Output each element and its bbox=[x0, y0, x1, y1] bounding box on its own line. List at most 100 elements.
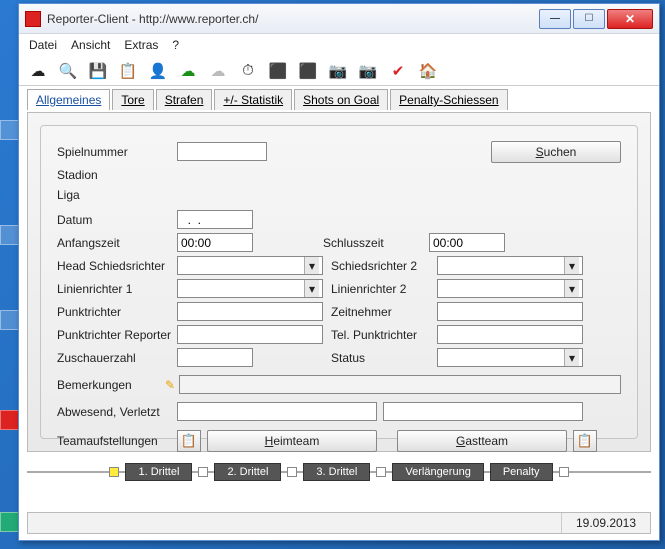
maximize-button[interactable] bbox=[573, 9, 605, 29]
tab-penaltyschiessen[interactable]: Penalty-Schiessen bbox=[390, 89, 507, 110]
calendar2-button[interactable]: 📋 bbox=[573, 430, 597, 452]
label-liga: Liga bbox=[57, 188, 177, 202]
tab-tore-label: Tore bbox=[121, 93, 144, 107]
label-lr1: Linienrichter 1 bbox=[57, 282, 177, 296]
toolbar: ☁ 🔍 💾 📋 👤 ☁ ☁ ⏱ ⬛ ⬛ 📷 📷 ✔ 🏠 bbox=[19, 56, 659, 86]
stats2-icon[interactable]: ⬛ bbox=[299, 62, 317, 80]
home-icon[interactable]: 🏠 bbox=[419, 62, 437, 80]
label-abwesend: Abwesend, Verletzt bbox=[57, 405, 177, 419]
tab-penalty-label: Penalty-Schiessen bbox=[399, 93, 498, 107]
tab-shotsongoal[interactable]: Shots on Goal bbox=[294, 89, 388, 110]
form-panel: Spielnummer Suchen Stadion Liga Datum An… bbox=[40, 125, 638, 439]
tab-shotsongoal-label: Shots on Goal bbox=[303, 93, 379, 107]
menu-datei[interactable]: Datei bbox=[29, 38, 57, 52]
input-punktrichter[interactable] bbox=[177, 302, 323, 321]
label-anfangszeit: Anfangszeit bbox=[57, 236, 177, 250]
titlebar: Reporter-Client - http://www.reporter.ch… bbox=[19, 4, 659, 34]
period-3-button[interactable]: 3. Drittel bbox=[303, 463, 370, 481]
label-lr2: Linienrichter 2 bbox=[331, 282, 437, 296]
close-button[interactable] bbox=[607, 9, 653, 29]
tab-statistik-label: +/- Statistik bbox=[223, 93, 283, 107]
input-datum[interactable] bbox=[177, 210, 253, 229]
tab-strafen-label: Strafen bbox=[165, 93, 204, 107]
input-abwesend-heim[interactable] bbox=[177, 402, 377, 421]
button-suchen[interactable]: Suchen bbox=[491, 141, 621, 163]
label-datum: Datum bbox=[57, 213, 177, 227]
label-status: Status bbox=[331, 351, 437, 365]
combo-lr1[interactable]: ▾ bbox=[177, 279, 323, 298]
label-punktrichter: Punktrichter bbox=[57, 305, 177, 319]
period-penalty-button[interactable]: Penalty bbox=[490, 463, 553, 481]
desktop-icon bbox=[0, 410, 20, 430]
input-punktrichter-rep[interactable] bbox=[177, 325, 323, 344]
check-icon[interactable]: ✔ bbox=[389, 62, 407, 80]
camera1-icon: 📷 bbox=[329, 62, 347, 80]
period-dot-end[interactable] bbox=[559, 467, 569, 477]
combo-lr2[interactable]: ▾ bbox=[437, 279, 583, 298]
desktop-icon bbox=[0, 512, 20, 532]
app-icon bbox=[25, 11, 41, 27]
period-dot[interactable] bbox=[198, 467, 208, 477]
label-stadion: Stadion bbox=[57, 168, 177, 182]
desktop-icon bbox=[0, 310, 20, 330]
minimize-button[interactable] bbox=[539, 9, 571, 29]
label-zeitnehmer: Zeitnehmer bbox=[331, 305, 437, 319]
search-icon[interactable]: 🔍 bbox=[59, 62, 77, 80]
tab-strafen[interactable]: Strafen bbox=[156, 89, 213, 110]
statusbar: 19.09.2013 bbox=[27, 512, 651, 534]
stopwatch-icon[interactable]: ⏱ bbox=[239, 62, 257, 80]
input-zeitnehmer[interactable] bbox=[437, 302, 583, 321]
menubar: Datei Ansicht Extras ? bbox=[19, 34, 659, 56]
label-sr2: Schiedsrichter 2 bbox=[331, 259, 437, 273]
period-ot-button[interactable]: Verlängerung bbox=[392, 463, 483, 481]
period-dot[interactable] bbox=[376, 467, 386, 477]
combo-status[interactable]: ▾ bbox=[437, 348, 583, 367]
camera2-icon: 📷 bbox=[359, 62, 377, 80]
input-spielnummer[interactable] bbox=[177, 142, 267, 161]
calendar1-button[interactable]: 📋 bbox=[177, 430, 201, 452]
label-spielnummer: Spielnummer bbox=[57, 145, 177, 159]
edit-icon[interactable]: ✎ bbox=[165, 378, 175, 392]
clipboard-icon[interactable]: 📋 bbox=[119, 62, 137, 80]
save-icon[interactable]: 💾 bbox=[89, 62, 107, 80]
tab-tore[interactable]: Tore bbox=[112, 89, 153, 110]
combo-sr2[interactable]: ▾ bbox=[437, 256, 583, 275]
button-heimteam[interactable]: Heimteam bbox=[207, 430, 377, 452]
add-person-icon[interactable]: 👤 bbox=[149, 62, 167, 80]
label-schlusszeit: Schlusszeit bbox=[323, 236, 429, 250]
cloud-disabled-icon: ☁ bbox=[209, 62, 227, 80]
tab-allgemeines[interactable]: Allgemeines bbox=[27, 89, 110, 110]
period-2-button[interactable]: 2. Drittel bbox=[214, 463, 281, 481]
cloud-download-icon[interactable]: ☁ bbox=[29, 62, 47, 80]
menu-extras[interactable]: Extras bbox=[124, 38, 158, 52]
input-zuschauer[interactable] bbox=[177, 348, 253, 367]
app-window: Reporter-Client - http://www.reporter.ch… bbox=[18, 3, 660, 541]
period-1-button[interactable]: 1. Drittel bbox=[125, 463, 192, 481]
combo-head-sr[interactable]: ▾ bbox=[177, 256, 323, 275]
input-abwesend-gast[interactable] bbox=[383, 402, 583, 421]
menu-help[interactable]: ? bbox=[172, 38, 179, 52]
stats1-icon[interactable]: ⬛ bbox=[269, 62, 287, 80]
status-cell bbox=[28, 513, 562, 533]
label-tel-punktrichter: Tel. Punktrichter bbox=[331, 328, 437, 342]
label-teamaufstellungen: Teamaufstellungen bbox=[57, 434, 177, 448]
input-bemerkungen[interactable] bbox=[179, 375, 621, 394]
tab-bar: Allgemeines Tore Strafen +/- Statistik S… bbox=[19, 86, 659, 110]
tab-statistik[interactable]: +/- Statistik bbox=[214, 89, 292, 110]
label-punktrichter-rep: Punktrichter Reporter bbox=[57, 328, 177, 342]
label-bemerkungen: Bemerkungen bbox=[57, 378, 165, 392]
cloud-upload-icon[interactable]: ☁ bbox=[179, 62, 197, 80]
input-schlusszeit[interactable] bbox=[429, 233, 505, 252]
period-dot-start[interactable] bbox=[109, 467, 119, 477]
content-frame: Spielnummer Suchen Stadion Liga Datum An… bbox=[27, 112, 651, 452]
period-dot[interactable] bbox=[287, 467, 297, 477]
status-date: 19.09.2013 bbox=[562, 513, 650, 533]
input-tel-punktrichter[interactable] bbox=[437, 325, 583, 344]
desktop-icon bbox=[0, 120, 20, 140]
desktop-icon bbox=[0, 225, 20, 245]
label-head-sr: Head Schiedsrichter bbox=[57, 259, 177, 273]
button-gastteam[interactable]: Gastteam bbox=[397, 430, 567, 452]
period-strip: 1. Drittel 2. Drittel 3. Drittel Verläng… bbox=[27, 460, 651, 484]
input-anfangszeit[interactable] bbox=[177, 233, 253, 252]
menu-ansicht[interactable]: Ansicht bbox=[71, 38, 110, 52]
